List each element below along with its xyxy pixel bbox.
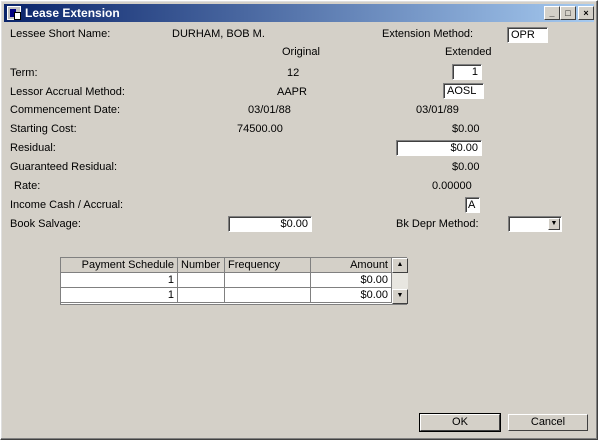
book-salvage-field[interactable]: $0.00 — [228, 216, 312, 232]
scroll-down-icon[interactable]: ▼ — [392, 289, 408, 304]
table-row-2-frequency[interactable] — [225, 288, 311, 303]
column-header-frequency[interactable]: Frequency — [225, 258, 311, 273]
rate-label: Rate: — [14, 180, 41, 192]
accrual-original-value: AAPR — [277, 86, 307, 98]
dropdown-arrow-icon[interactable]: ▼ — [548, 218, 560, 230]
title-bar[interactable]: Lease Extension _ □ × — [4, 4, 594, 22]
original-column-header: Original — [282, 46, 320, 58]
term-label: Term: — [10, 67, 38, 79]
minimize-button[interactable]: _ — [544, 6, 560, 20]
column-header-payment-schedule[interactable]: Payment Schedule — [61, 258, 178, 273]
commencement-date-label: Commencement Date: — [10, 104, 121, 116]
extended-column-header: Extended — [445, 46, 492, 58]
grid-vertical-scrollbar[interactable]: ▲ ▼ — [392, 258, 408, 304]
income-cash-accrual-field[interactable]: A — [465, 197, 480, 213]
term-original-value: 12 — [287, 67, 300, 79]
term-extended-field[interactable]: 1 — [452, 64, 482, 80]
table-row-2-number[interactable] — [178, 288, 225, 303]
rate-extended-value: 0.00000 — [432, 180, 472, 192]
bk-depr-method-select[interactable]: ▼ — [508, 216, 562, 232]
column-header-number[interactable]: Number — [178, 258, 225, 273]
residual-label: Residual: — [10, 142, 56, 154]
lease-extension-window: Lease Extension _ □ × Lessee Short Name:… — [0, 0, 598, 440]
scroll-up-icon[interactable]: ▲ — [392, 258, 408, 273]
residual-extended-field[interactable]: $0.00 — [396, 140, 482, 156]
table-row-1-payment-schedule[interactable]: 1 — [61, 273, 178, 288]
lessee-short-name-label: Lessee Short Name: — [10, 28, 111, 40]
guaranteed-residual-label: Guaranteed Residual: — [10, 161, 118, 173]
starting-cost-label: Starting Cost: — [10, 123, 77, 135]
close-button[interactable]: × — [578, 6, 594, 20]
extension-method-field[interactable]: OPR — [507, 27, 548, 43]
window-title: Lease Extension — [25, 6, 120, 20]
extension-method-label: Extension Method: — [382, 28, 474, 40]
cancel-button[interactable]: Cancel — [508, 414, 588, 431]
book-salvage-label: Book Salvage: — [10, 218, 81, 230]
table-row-2-amount[interactable]: $0.00 — [311, 288, 392, 303]
bk-depr-method-label: Bk Depr Method: — [396, 218, 479, 230]
guaranteed-residual-extended-value: $0.00 — [452, 161, 480, 173]
lessor-accrual-method-label: Lessor Accrual Method: — [10, 86, 125, 98]
lessee-name-value: DURHAM, BOB M. — [172, 28, 265, 40]
table-row-1-amount[interactable]: $0.00 — [311, 273, 392, 288]
payment-schedule-grid: Payment Schedule Number Frequency Amount… — [60, 257, 408, 305]
table-row-2-payment-schedule[interactable]: 1 — [61, 288, 178, 303]
table-row-1-number[interactable] — [178, 273, 225, 288]
table-row-1-frequency[interactable] — [225, 273, 311, 288]
app-icon — [7, 6, 21, 20]
commencement-original-value: 03/01/88 — [248, 104, 291, 116]
accrual-extended-field[interactable]: AOSL — [443, 83, 484, 99]
maximize-button[interactable]: □ — [560, 6, 576, 20]
ok-button[interactable]: OK — [419, 413, 501, 432]
starting-cost-original-value: 74500.00 — [237, 123, 283, 135]
starting-cost-extended-value: $0.00 — [452, 123, 480, 135]
column-header-amount[interactable]: Amount — [311, 258, 392, 273]
income-cash-accrual-label: Income Cash / Accrual: — [10, 199, 124, 211]
commencement-extended-value: 03/01/89 — [416, 104, 459, 116]
